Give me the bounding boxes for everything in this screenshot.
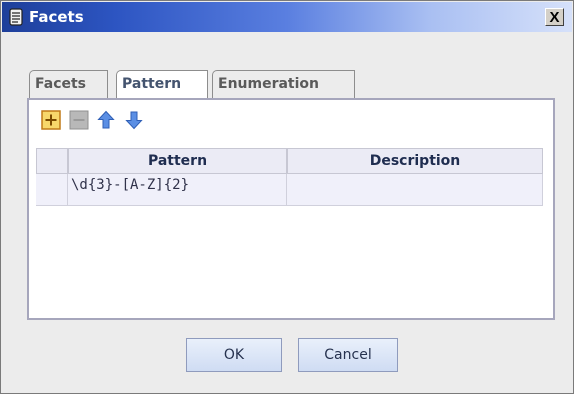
pattern-panel: Pattern Description \d{3}-[A-Z]{2}	[27, 98, 555, 320]
column-header-description[interactable]: Description	[287, 148, 543, 174]
column-header-pattern[interactable]: Pattern	[68, 148, 287, 174]
title-bar[interactable]: Facets X	[2, 2, 572, 32]
tab-label: Pattern	[122, 76, 182, 92]
tab-pattern[interactable]: Pattern	[116, 70, 208, 98]
move-up-button[interactable]	[96, 110, 116, 130]
row-selector[interactable]	[36, 174, 68, 206]
arrow-down-icon	[125, 111, 143, 130]
arrow-up-icon	[97, 110, 115, 129]
cancel-button[interactable]: Cancel	[298, 338, 398, 372]
add-row-button[interactable]	[41, 110, 61, 130]
remove-row-button[interactable]	[69, 110, 89, 130]
move-down-button[interactable]	[124, 110, 144, 130]
tab-facets[interactable]: Facets	[29, 70, 108, 98]
window-title: Facets	[29, 8, 84, 26]
row-header-corner	[36, 148, 68, 174]
description-cell[interactable]	[287, 174, 543, 206]
facets-dialog: Facets X Facets Pattern Enumeration Patt…	[0, 0, 574, 394]
tab-label: Enumeration	[218, 76, 320, 92]
ok-button[interactable]: OK	[186, 338, 282, 372]
app-icon	[8, 8, 24, 26]
table-row[interactable]: \d{3}-[A-Z]{2}	[36, 174, 546, 206]
pattern-cell[interactable]: \d{3}-[A-Z]{2}	[68, 174, 287, 206]
tab-label: Facets	[35, 76, 87, 92]
close-button[interactable]: X	[545, 8, 564, 26]
plus-icon	[41, 110, 61, 130]
tab-enumeration[interactable]: Enumeration	[212, 70, 355, 98]
table-header: Pattern Description	[36, 148, 546, 174]
minus-icon	[69, 110, 89, 130]
